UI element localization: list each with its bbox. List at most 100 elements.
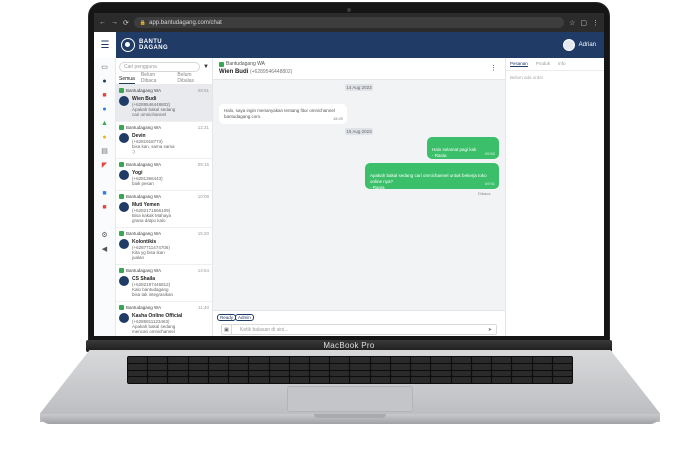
keyboard-key: [310, 363, 330, 370]
conv-time: 09:15: [197, 162, 209, 167]
store-icon[interactable]: ■: [101, 92, 109, 100]
send-icon[interactable]: ◤: [101, 162, 109, 170]
keyboard-key: [390, 370, 411, 377]
keyboard-key: [451, 363, 471, 370]
list-item[interactable]: Bantudagang WA 10:08 Muti Yemen (+6282171…: [116, 191, 212, 228]
conv-source: Bantudagang WA: [126, 268, 162, 273]
chip-admin[interactable]: Admin: [235, 314, 254, 321]
back-icon[interactable]: ←: [99, 19, 106, 26]
keyboard-key: [128, 377, 148, 383]
keyboard-key: [249, 370, 269, 377]
chip-ready[interactable]: Ready: [217, 314, 237, 321]
keyboard-key: [532, 357, 552, 363]
message-bubble-out: Halo selamat pagi kak - Rania 09:50: [427, 137, 499, 159]
keyboard: [127, 356, 573, 384]
conv-source: Bantudagang WA: [126, 305, 162, 310]
list-item[interactable]: Bantudagang WA 11:40 Kasha Online Officia…: [116, 302, 212, 336]
megaphone-icon[interactable]: ◀: [101, 246, 109, 254]
keyboard-key: [552, 357, 572, 363]
message-text: Apakah bakal sedang cari omnichannel unt…: [370, 173, 487, 190]
avatar: [562, 39, 575, 51]
avatar: [119, 96, 129, 106]
whatsapp-icon: [119, 162, 124, 167]
user-name: Adrian: [578, 42, 596, 48]
reload-icon[interactable]: ⟳: [123, 19, 129, 27]
conv-time: 14:54: [197, 268, 209, 273]
keyboard-key: [269, 363, 289, 370]
list-item[interactable]: Bantudagang WA 12:31 Devin (+6281918773) …: [116, 122, 212, 159]
conv-preview-2: bisa tak integrasikan: [132, 292, 174, 297]
message-time: 15:20: [332, 116, 343, 121]
list-item[interactable]: Bantudagang WA 14:54 CS Shaila (+62821974…: [116, 265, 212, 302]
filter-icon[interactable]: ▼: [203, 64, 209, 70]
keyboard-key: [512, 357, 532, 363]
keyboard-key: [330, 370, 350, 377]
whatsapp-icon: [119, 125, 124, 130]
forward-icon[interactable]: →: [111, 19, 118, 26]
keyboard-key: [188, 357, 208, 363]
keyboard-key: [471, 363, 492, 370]
chat-footer: Ready Admin ▣ Ketik balasan di sini... ➤: [213, 310, 505, 336]
tab-semua[interactable]: Semua: [119, 76, 135, 84]
keyboard-key: [188, 370, 208, 377]
app-header: ☰ BANTU DAGANG Adrian: [94, 32, 604, 58]
avatar: [119, 313, 129, 323]
keyboard-key: [229, 377, 249, 383]
tab-produk[interactable]: Produk: [536, 61, 550, 67]
keyboard-key: [168, 357, 188, 363]
search-input[interactable]: Cari pengguna: [119, 62, 201, 72]
list-item[interactable]: Bantudagang WA 09:15 Yogi (+6281366443) b…: [116, 159, 212, 191]
address-bar[interactable]: 🔒 app.bantudagang.com/chat: [133, 17, 565, 28]
keyboard-key: [310, 357, 330, 363]
keyboard-key: [370, 357, 390, 363]
keyboard-key: [451, 377, 471, 383]
list-item[interactable]: Bantudagang WA 09:51 Wien Budi (+62895464…: [116, 85, 212, 122]
user-menu[interactable]: Adrian: [562, 39, 596, 51]
send-icon[interactable]: ➤: [484, 327, 496, 333]
gift-icon[interactable]: ■: [101, 204, 109, 212]
keyboard-key: [451, 357, 471, 363]
conv-time: 11:40: [198, 305, 209, 310]
more-icon[interactable]: ⋮: [592, 19, 599, 27]
chat-icon[interactable]: ▭: [101, 64, 109, 72]
chat-menu-icon[interactable]: ⋮: [490, 64, 497, 72]
url-text: app.bantudagang.com/chat: [149, 19, 222, 26]
chart-icon[interactable]: ▲: [101, 120, 109, 128]
contacts-icon[interactable]: ▤: [101, 148, 109, 156]
chat-contact: Wien Budi (+6289546448802): [219, 69, 499, 75]
tab-belum-dibaca[interactable]: Belum Dibaca: [141, 72, 172, 84]
settings-icon[interactable]: ⚙: [101, 232, 109, 240]
date-separator: 14 Aug 2023: [345, 84, 373, 91]
keyboard-key: [229, 357, 249, 363]
image-icon[interactable]: ▣: [222, 324, 232, 335]
keyboard-key: [269, 377, 289, 383]
keyboard-key: [431, 357, 451, 363]
keyboard-key: [168, 363, 188, 370]
conv-source: Bantudagang WA: [126, 125, 162, 130]
inbox-icon[interactable]: ●: [101, 78, 109, 86]
keyboard-key: [390, 363, 411, 370]
tab-belum-dibalas[interactable]: Belum Dibalas: [177, 72, 209, 84]
box-icon[interactable]: ■: [101, 190, 109, 198]
keyboard-key: [148, 363, 168, 370]
keyboard-key: [411, 377, 431, 383]
message-input[interactable]: Ketik balasan di sini...: [232, 327, 484, 333]
sidebar-icon[interactable]: ▢: [580, 19, 587, 27]
keyboard-key: [411, 370, 431, 377]
keyboard-key: [128, 370, 148, 377]
keyboard-key: [492, 377, 512, 383]
lock-icon: 🔒: [139, 19, 147, 26]
list-item[interactable]: Bantudagang WA 15:20 Kolontikis (+6287711…: [116, 228, 212, 265]
tab-pesanan[interactable]: Pesanan: [510, 61, 528, 67]
keyboard-key: [310, 370, 330, 377]
keyboard-key: [471, 377, 492, 383]
user-icon[interactable]: ●: [101, 106, 109, 114]
menu-icon[interactable]: ☰: [94, 32, 116, 58]
coin-icon[interactable]: ●: [101, 134, 109, 142]
keyboard-key: [128, 357, 148, 363]
avatar: [119, 276, 129, 286]
keyboard-key: [168, 370, 188, 377]
star-icon[interactable]: ☆: [569, 19, 575, 27]
conversation-list: Cari pengguna ▼ Semua Belum Dibaca Belum…: [116, 58, 213, 336]
tab-info[interactable]: Info: [558, 61, 566, 67]
